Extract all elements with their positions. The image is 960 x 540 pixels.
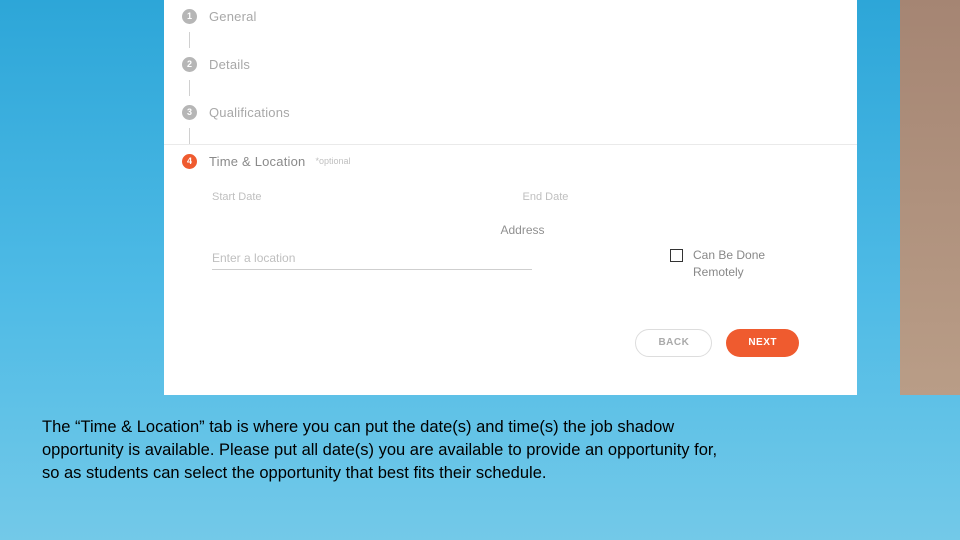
step-number-badge: 3 — [182, 105, 197, 120]
step-number-badge: 2 — [182, 57, 197, 72]
remote-label: Can Be Done Remotely — [693, 247, 793, 281]
start-date-label: Start Date — [212, 191, 523, 203]
remote-block: Can Be Done Remotely — [670, 247, 793, 281]
form-card: 1 General 2 Details 3 Qualifications 4 T… — [164, 0, 857, 395]
step-number-badge: 4 — [182, 154, 197, 169]
start-date-field[interactable]: Start Date — [212, 185, 523, 209]
background-strip — [900, 0, 960, 395]
back-button[interactable]: BACK — [635, 329, 712, 357]
slide: 1 General 2 Details 3 Qualifications 4 T… — [0, 0, 960, 540]
step-connector — [189, 128, 190, 144]
step-label: Details — [209, 57, 250, 72]
remote-checkbox[interactable] — [670, 249, 683, 262]
button-row: BACK NEXT — [212, 329, 833, 357]
step-time-location[interactable]: 4 Time & Location *optional — [164, 145, 857, 177]
step-label: Time & Location — [209, 154, 305, 169]
address-row: Can Be Done Remotely — [212, 247, 833, 281]
address-heading: Address — [212, 223, 833, 237]
step-details[interactable]: 2 Details — [164, 48, 857, 80]
optional-tag: *optional — [315, 156, 350, 166]
end-date-label: End Date — [523, 191, 834, 203]
dates-row: Start Date End Date — [212, 185, 833, 209]
location-input[interactable] — [212, 247, 532, 270]
step-label: General — [209, 9, 257, 24]
step-general[interactable]: 1 General — [164, 0, 857, 32]
step-connector — [189, 80, 190, 96]
step-number-badge: 1 — [182, 9, 197, 24]
end-date-field[interactable]: End Date — [523, 185, 834, 209]
next-button[interactable]: NEXT — [726, 329, 799, 357]
slide-caption: The “Time & Location” tab is where you c… — [42, 416, 732, 484]
step-label: Qualifications — [209, 105, 290, 120]
time-location-panel: Start Date End Date Address Can Be Done … — [164, 177, 857, 357]
step-qualifications[interactable]: 3 Qualifications — [164, 96, 857, 128]
step-connector — [189, 32, 190, 48]
